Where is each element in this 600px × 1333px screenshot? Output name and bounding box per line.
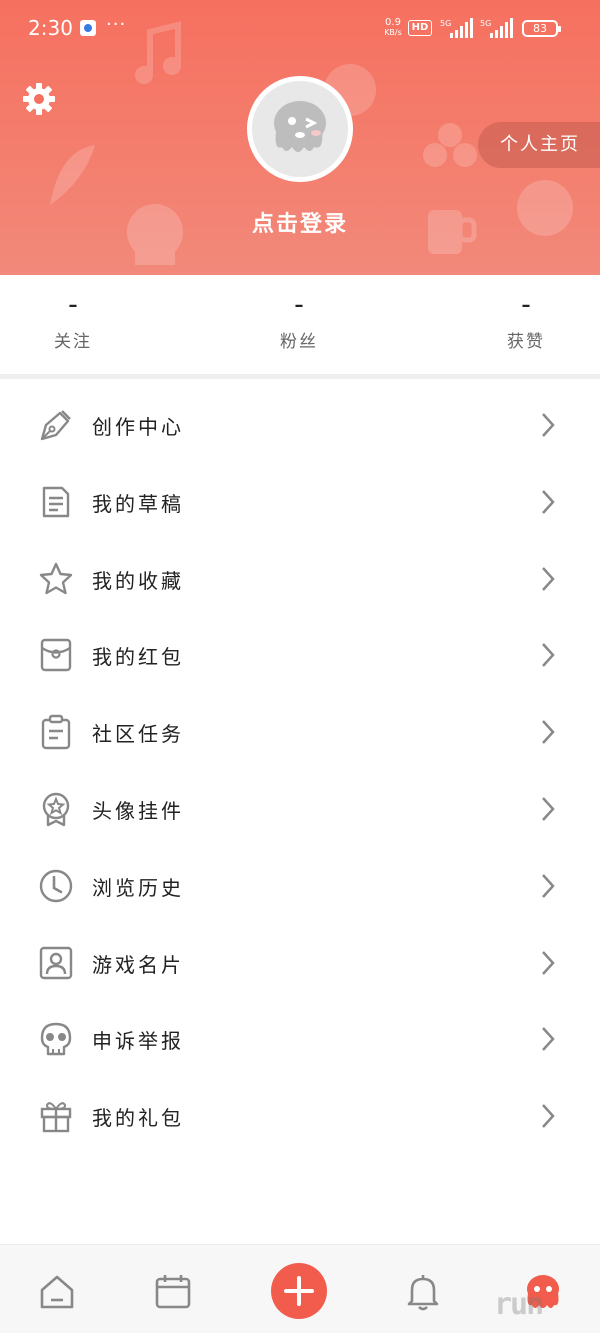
chevron-right-icon <box>542 873 555 898</box>
menu-item-my-drafts[interactable]: 我的草稿 <box>0 464 600 541</box>
stat-value: – <box>68 295 78 316</box>
menu-item-community-tasks[interactable]: 社区任务 <box>0 694 600 771</box>
signal-icon: 5G <box>440 18 473 38</box>
menu-item-label: 申诉举报 <box>92 1029 184 1054</box>
pen-icon <box>40 410 71 441</box>
mug-doodle-icon <box>428 210 477 254</box>
chevron-right-icon <box>542 720 555 745</box>
stat-value: – <box>521 295 531 316</box>
menu-item-my-red-envelopes[interactable]: 我的红包 <box>0 617 600 694</box>
stat-label: 关注 <box>54 332 92 352</box>
clipboard-icon <box>41 714 71 750</box>
profile-header: 2:30 ··· 0.9 KB/s HD 5G 5G 83 点击登录 个人主页 <box>0 0 600 275</box>
badge-icon <box>42 792 70 827</box>
menu-item-label: 我的红包 <box>92 645 184 670</box>
menu-item-label: 头像挂件 <box>92 798 184 823</box>
menu-item-avatar-frames[interactable]: 头像挂件 <box>0 771 600 848</box>
chevron-right-icon <box>542 489 555 514</box>
menu-list: 创作中心 我的草稿 我的收藏 我的红包 社区任务 头像挂件 浏览历史 游戏名片 … <box>0 387 600 1155</box>
watermark: run <box>494 1287 544 1322</box>
menu-item-my-favorites[interactable]: 我的收藏 <box>0 541 600 618</box>
menu-item-appeal-report[interactable]: 申诉举报 <box>0 1001 600 1078</box>
gift-icon <box>40 1102 72 1133</box>
skull-icon <box>40 1023 72 1056</box>
settings-gear-icon[interactable] <box>22 82 56 116</box>
login-prompt[interactable]: 点击登录 <box>200 206 400 238</box>
bell-icon[interactable] <box>404 1273 442 1311</box>
avatar[interactable] <box>247 76 353 182</box>
menu-item-game-card[interactable]: 游戏名片 <box>0 925 600 1002</box>
chevron-right-icon <box>542 797 555 821</box>
create-post-button[interactable] <box>271 1263 327 1319</box>
menu-item-label: 我的草稿 <box>92 491 184 516</box>
flower-doodle-icon <box>423 123 477 167</box>
hd-voice-icon: HD <box>408 20 432 36</box>
menu-item-label: 我的收藏 <box>92 568 184 593</box>
menu-item-browsing-history[interactable]: 浏览历史 <box>0 848 600 925</box>
bottom-navigation: run <box>0 1244 600 1333</box>
menu-item-label: 游戏名片 <box>92 952 184 977</box>
network-speed-value: 0.9 <box>385 17 401 28</box>
signal-label: 5G <box>440 19 451 28</box>
chevron-right-icon <box>542 643 555 668</box>
star-icon <box>39 562 73 594</box>
add-icon <box>284 1276 314 1306</box>
personal-homepage-button[interactable]: 个人主页 <box>478 122 600 168</box>
app-notification-icon <box>80 20 96 36</box>
stats-row: – 关注 – 粉丝 – 获赞 <box>0 275 600 375</box>
network-speed-unit: KB/s <box>384 28 402 37</box>
chevron-right-icon <box>542 413 555 437</box>
stat-likes[interactable]: – 获赞 <box>466 295 586 352</box>
clock-icon <box>39 869 73 902</box>
stat-value: – <box>294 295 304 316</box>
document-icon <box>42 486 70 517</box>
menu-item-label: 浏览历史 <box>92 875 184 900</box>
calendar-icon[interactable] <box>154 1273 192 1311</box>
signal-icon: 5G <box>480 18 513 38</box>
status-time: 2:30 <box>28 16 73 40</box>
signal-label: 5G <box>480 19 491 28</box>
chevron-right-icon <box>542 950 555 975</box>
red-envelope-icon <box>40 639 72 672</box>
profile-card-icon <box>39 946 73 979</box>
battery-icon: 83 <box>522 20 561 37</box>
stat-following[interactable]: – 关注 <box>13 295 133 352</box>
chevron-right-icon <box>542 566 555 591</box>
menu-item-label: 社区任务 <box>92 722 184 747</box>
home-icon[interactable] <box>38 1273 76 1311</box>
section-divider <box>0 374 600 379</box>
menu-item-creation-center[interactable]: 创作中心 <box>0 387 600 464</box>
more-notifications-icon: ··· <box>106 14 127 35</box>
stat-label: 获赞 <box>507 332 545 352</box>
stat-followers[interactable]: – 粉丝 <box>239 295 359 352</box>
mascot-doodle-icon <box>517 180 573 236</box>
stat-label: 粉丝 <box>280 332 318 352</box>
menu-item-label: 我的礼包 <box>92 1106 184 1131</box>
status-bar: 2:30 ··· 0.9 KB/s HD 5G 5G 83 <box>0 0 600 58</box>
menu-item-label: 创作中心 <box>92 415 184 439</box>
ghost-doodle-icon <box>127 204 183 265</box>
default-avatar-mascot-icon <box>252 81 348 177</box>
network-speed: 0.9 KB/s <box>382 18 404 38</box>
chevron-right-icon <box>542 1027 555 1052</box>
menu-item-my-gift-packs[interactable]: 我的礼包 <box>0 1078 600 1155</box>
feather-doodle-icon <box>50 145 95 205</box>
chevron-right-icon <box>542 1104 555 1129</box>
